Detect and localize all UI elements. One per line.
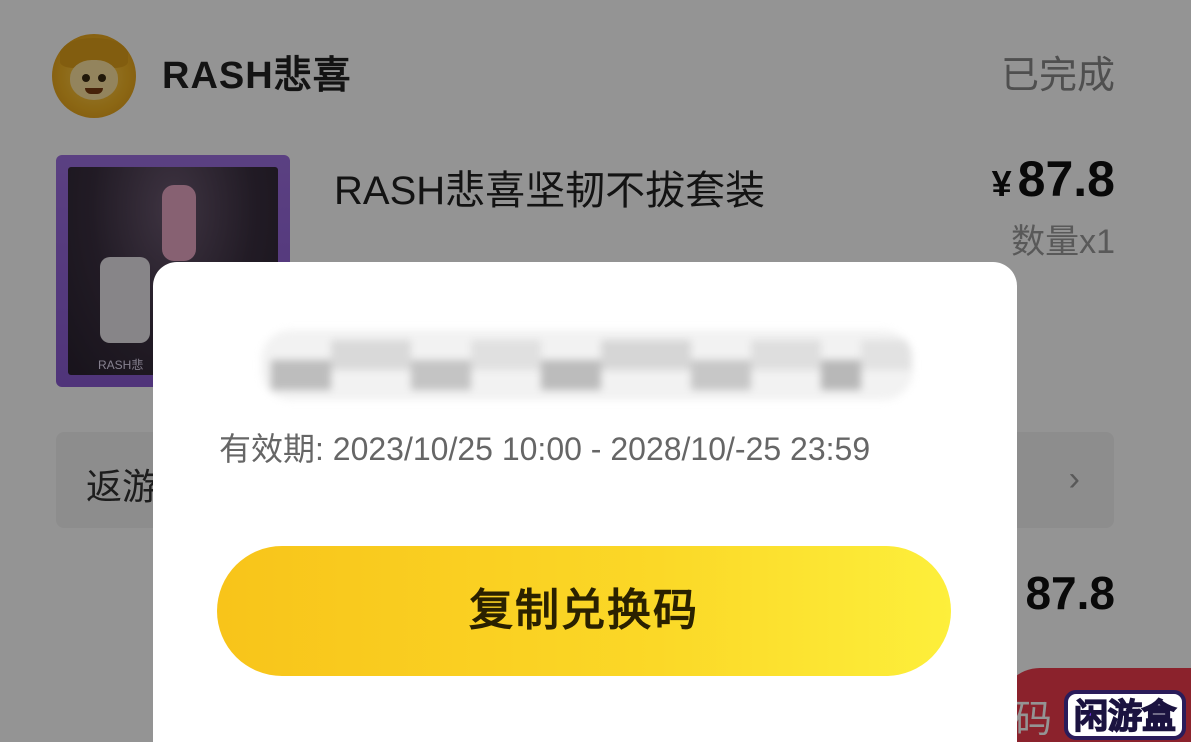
copy-code-button[interactable]: 复制兑换码: [217, 546, 951, 676]
validity-period: 有效期: 2023/10/25 10:00 - 2028/10/-25 23:5…: [219, 431, 871, 467]
redeem-code-modal: 有效期: 2023/10/25 10:00 - 2028/10/-25 23:5…: [153, 262, 1017, 742]
watermark-logo: 闲游盒: [1062, 686, 1188, 742]
redeem-code-blurred: [261, 330, 913, 400]
svg-text:闲游盒: 闲游盒: [1074, 697, 1177, 737]
